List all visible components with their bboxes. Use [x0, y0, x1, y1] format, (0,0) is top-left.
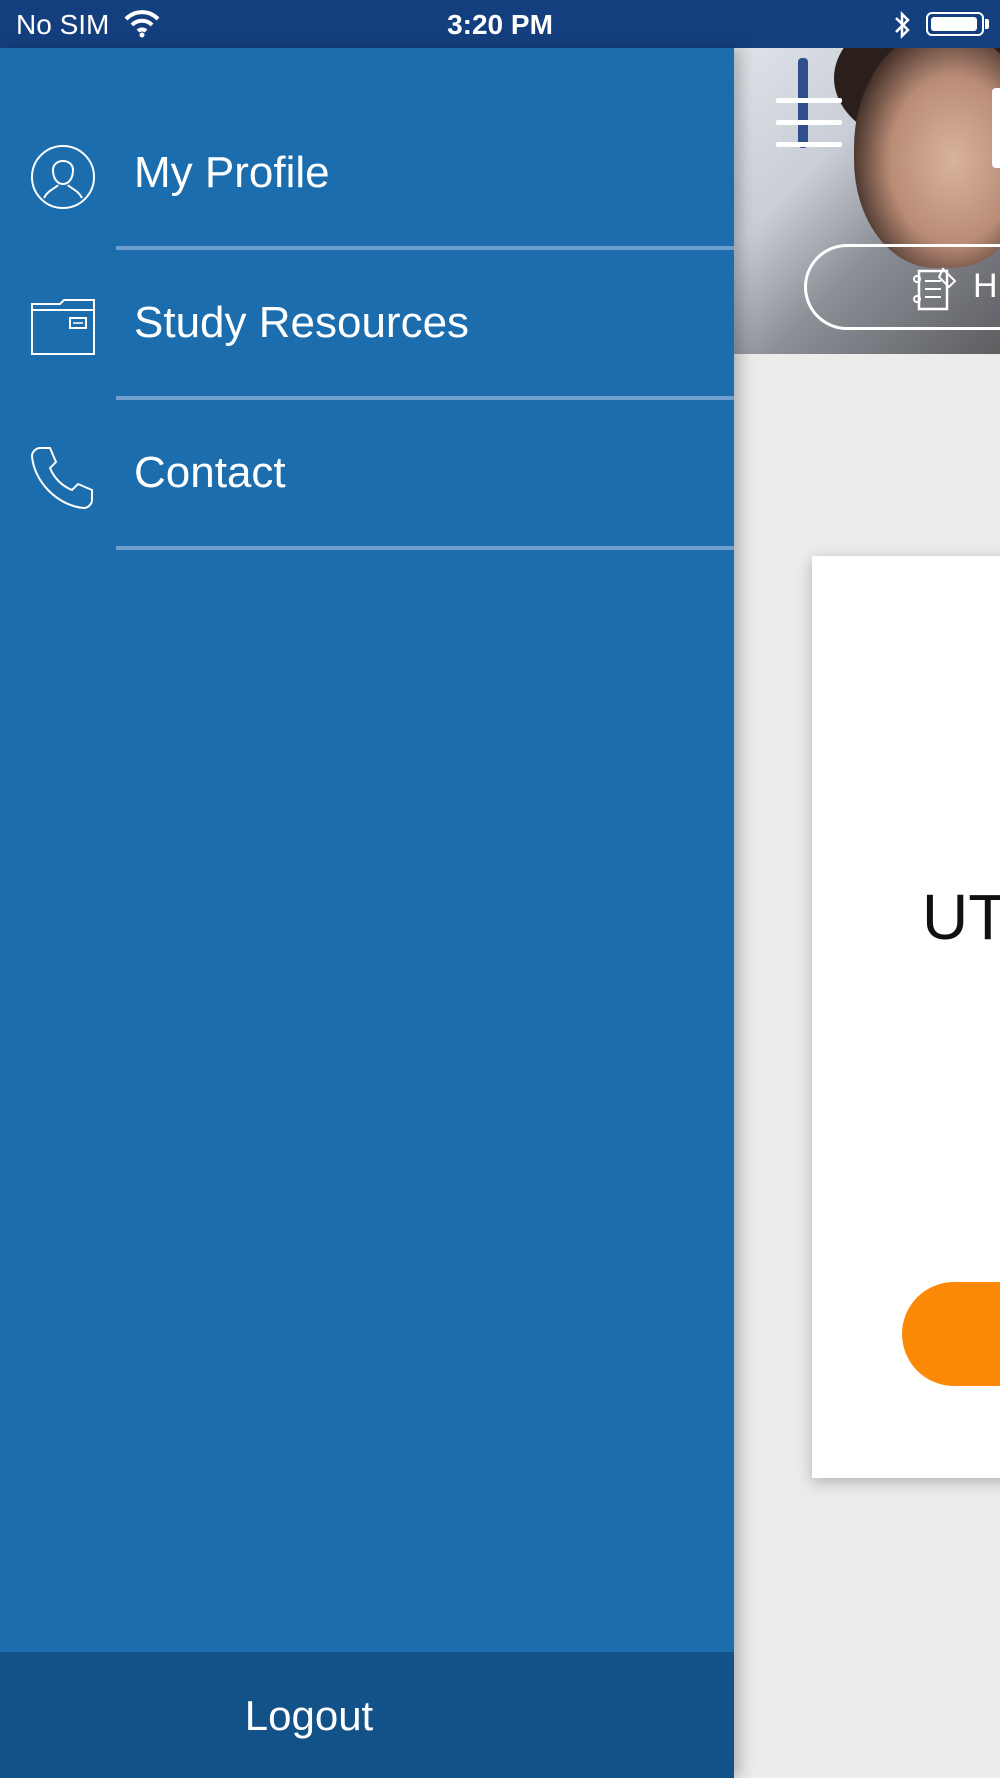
logout-label: Logout	[244, 1692, 374, 1739]
phone-icon	[30, 447, 93, 510]
user-profile-icon	[31, 145, 95, 209]
side-drawer: My Profile Study Resources Contact Logou…	[0, 48, 734, 1778]
drawer-item-contact[interactable]: Contact	[0, 410, 734, 560]
folder-icon	[31, 299, 95, 355]
drawer-item-my-profile[interactable]: My Profile	[0, 110, 734, 260]
drawer-divider	[116, 396, 734, 400]
hero-image: H	[734, 48, 1000, 354]
drawer-item-label: My Profile	[134, 148, 330, 197]
notebook-icon	[913, 267, 957, 311]
card-action-button[interactable]	[902, 1282, 1000, 1386]
bluetooth-icon	[895, 10, 910, 40]
info-card: UT Please basis. will in UTISA butto	[812, 556, 1000, 1478]
hero-button-label: H	[973, 267, 998, 305]
drawer-item-study-resources[interactable]: Study Resources	[0, 260, 734, 410]
battery-icon	[926, 12, 984, 36]
battery-tip	[985, 19, 989, 29]
main-screen: H UT Please basis. will in UTISA butto	[734, 48, 1000, 1778]
hamburger-menu-icon[interactable]	[776, 98, 842, 150]
clock: 3:20 PM	[447, 9, 553, 40]
card-body: Please basis. will in UTISA butto	[898, 982, 1000, 1197]
drawer-divider	[116, 546, 734, 550]
hero-face-shape	[854, 48, 1000, 268]
status-bar: No SIM 3:20 PM	[0, 0, 1000, 48]
card-title: UT	[922, 881, 1000, 953]
hero-white-tab	[992, 88, 1000, 168]
drawer-item-label: Study Resources	[134, 298, 470, 347]
drawer-item-label: Contact	[134, 448, 286, 497]
drawer-divider	[116, 246, 734, 250]
logout-button[interactable]: Logout	[0, 1652, 734, 1778]
hero-button[interactable]: H	[804, 244, 1000, 330]
